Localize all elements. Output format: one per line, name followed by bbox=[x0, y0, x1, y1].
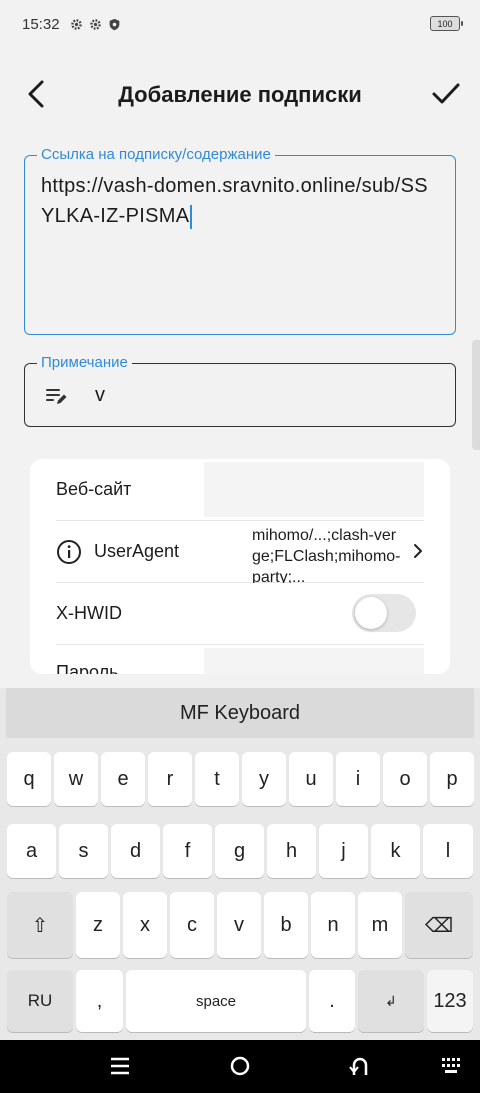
useragent-row[interactable]: UserAgent mihomo/...;clash-verge;FLClash… bbox=[56, 521, 424, 583]
subscription-url-input[interactable]: https://vash-domen.sravnito.online/sub/S… bbox=[41, 171, 439, 231]
space-key[interactable]: space bbox=[126, 970, 306, 1032]
page-title: Добавление подписки bbox=[118, 82, 362, 107]
key-x[interactable]: x bbox=[123, 892, 167, 958]
website-label: Веб-сайт bbox=[56, 479, 132, 499]
menu-lines-icon bbox=[111, 1057, 129, 1075]
settings-icon bbox=[89, 18, 101, 30]
keyboard-banner: MF Keyboard bbox=[6, 688, 474, 738]
website-input[interactable] bbox=[204, 462, 424, 517]
key-e[interactable]: e bbox=[101, 752, 145, 806]
key-m[interactable]: m bbox=[358, 892, 402, 958]
numbers-key[interactable]: 123 bbox=[427, 970, 473, 1032]
keyboard: MF Keyboard q w e r t y u i o p a s d f … bbox=[0, 688, 480, 1040]
navigation-bar bbox=[0, 1040, 480, 1093]
shift-key[interactable]: ⇧ bbox=[7, 892, 73, 958]
status-time: 15:32 bbox=[22, 15, 60, 33]
scroll-indicator[interactable] bbox=[472, 340, 480, 450]
period-key[interactable]: . bbox=[309, 970, 355, 1032]
key-u[interactable]: u bbox=[289, 752, 333, 806]
xhwid-toggle[interactable] bbox=[352, 594, 416, 632]
key-j[interactable]: j bbox=[319, 824, 368, 878]
recents-button[interactable] bbox=[108, 1054, 132, 1078]
website-row: Веб-сайт bbox=[56, 459, 424, 521]
status-bar: 15:32 100 bbox=[0, 0, 480, 48]
key-i[interactable]: i bbox=[336, 752, 380, 806]
key-n[interactable]: n bbox=[311, 892, 355, 958]
useragent-value: mihomo/...;clash-verge;FLClash;mihomo-pa… bbox=[252, 527, 401, 583]
back-nav-button[interactable] bbox=[348, 1054, 372, 1078]
toggle-knob bbox=[355, 597, 387, 629]
info-icon bbox=[57, 539, 81, 564]
key-s[interactable]: s bbox=[59, 824, 108, 878]
language-key[interactable]: RU bbox=[7, 970, 73, 1032]
subscription-url-label: Ссылка на подписку/содержание bbox=[37, 146, 275, 163]
key-r[interactable]: r bbox=[148, 752, 192, 806]
shield-icon bbox=[109, 18, 119, 30]
key-a[interactable]: a bbox=[7, 824, 56, 878]
gear-icon bbox=[70, 18, 82, 30]
chevron-right-icon bbox=[414, 544, 422, 558]
xhwid-label: X-HWID bbox=[56, 603, 122, 623]
key-d[interactable]: d bbox=[111, 824, 160, 878]
key-q[interactable]: q bbox=[7, 752, 51, 806]
back-nav-icon bbox=[349, 1057, 368, 1075]
key-c[interactable]: c bbox=[170, 892, 214, 958]
battery-indicator: 100 bbox=[430, 16, 463, 31]
key-g[interactable]: g bbox=[215, 824, 264, 878]
key-o[interactable]: o bbox=[383, 752, 427, 806]
text-cursor bbox=[190, 204, 193, 229]
note-field[interactable]: Примечание v bbox=[24, 354, 456, 427]
key-p[interactable]: p bbox=[430, 752, 474, 806]
key-w[interactable]: w bbox=[54, 752, 98, 806]
subscription-url-field[interactable]: Ссылка на подписку/содержание https://va… bbox=[24, 146, 456, 335]
status-icons bbox=[70, 18, 121, 31]
key-z[interactable]: z bbox=[76, 892, 120, 958]
key-f[interactable]: f bbox=[163, 824, 212, 878]
useragent-label: UserAgent bbox=[94, 541, 180, 561]
home-button[interactable] bbox=[228, 1054, 252, 1078]
checkmark-icon bbox=[432, 83, 460, 104]
keyboard-grid-icon bbox=[442, 1058, 460, 1073]
xhwid-row: X-HWID bbox=[56, 583, 424, 645]
key-k[interactable]: k bbox=[371, 824, 420, 878]
key-l[interactable]: l bbox=[423, 824, 473, 878]
keyboard-switch-button[interactable] bbox=[440, 1054, 464, 1078]
key-t[interactable]: t bbox=[195, 752, 239, 806]
edit-note-icon bbox=[46, 389, 67, 404]
enter-key[interactable]: ↲ bbox=[358, 970, 424, 1032]
key-y[interactable]: y bbox=[242, 752, 286, 806]
key-v[interactable]: v bbox=[217, 892, 261, 958]
password-input[interactable] bbox=[204, 648, 424, 674]
confirm-button[interactable] bbox=[428, 76, 464, 112]
note-input[interactable]: v bbox=[95, 384, 105, 407]
settings-card: Веб-сайт UserAgent mihomo/...;clash-verg… bbox=[30, 459, 450, 674]
key-h[interactable]: h bbox=[267, 824, 316, 878]
backspace-key[interactable]: ⌫ bbox=[405, 892, 473, 958]
subscription-url-value: https://vash-domen.sravnito.online/sub/S… bbox=[41, 175, 428, 227]
app-bar: Добавление подписки bbox=[0, 62, 480, 126]
note-label: Примечание bbox=[37, 354, 132, 371]
comma-key[interactable]: , bbox=[76, 970, 123, 1032]
password-row: Пароль bbox=[56, 645, 424, 674]
key-b[interactable]: b bbox=[264, 892, 308, 958]
password-label: Пароль bbox=[56, 661, 119, 675]
home-circle-icon bbox=[230, 1056, 250, 1076]
